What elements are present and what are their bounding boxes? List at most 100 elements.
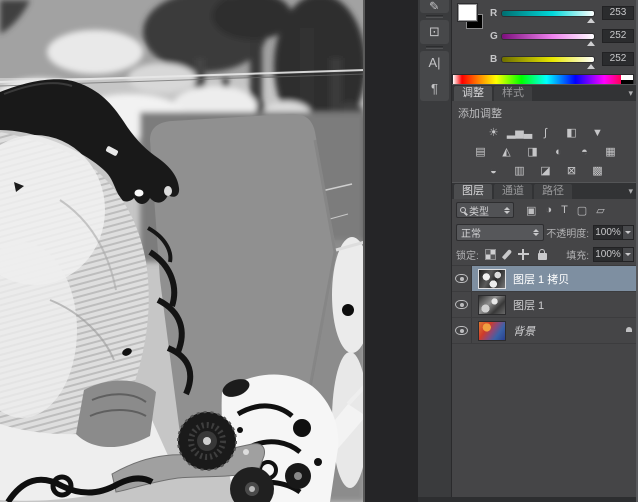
lock-transparency-icon[interactable] (484, 248, 496, 260)
paragraph-panel-icon[interactable]: ¶ (420, 81, 449, 97)
adjustments-tabbar: 调整 样式 ▾ (452, 84, 638, 101)
brightness-contrast-adjustment-icon[interactable]: ☀ (484, 125, 503, 140)
color-swatches (456, 3, 488, 33)
tab-channels[interactable]: 通道 (494, 184, 532, 199)
blue-channel-value[interactable]: 252 (602, 52, 634, 66)
opacity-label: 不透明度: (546, 228, 589, 240)
adjustment-layers-filter-icon[interactable]: ◑ (545, 204, 552, 217)
layer-row-layer1-copy[interactable]: 图层 1 拷贝 (452, 266, 638, 292)
adjustments-panel: 调整 样式 ▾ 添加调整 ☀ ▂▅▃ ∫ ◧ ▼ ▤ ◭ ◨ ◐ ◓ ▦ ◒ ▥… (452, 84, 638, 178)
layers-panel: 图层 通道 路径 ▾ 类型 ▣ ◑ T ▢ ▱ 正常 不透明度: 100% 锁定… (452, 182, 638, 344)
vibrance-adjustment-icon[interactable]: ▼ (588, 125, 607, 140)
fill-label: 填充: (566, 250, 589, 262)
threshold-adjustment-icon[interactable]: ◪ (536, 163, 555, 178)
search-icon (460, 207, 466, 213)
tab-adjustments[interactable]: 调整 (454, 86, 492, 101)
selective-color-adjustment-icon[interactable]: ⊠ (562, 163, 581, 178)
green-channel-label: G (490, 30, 498, 42)
exposure-adjustment-icon[interactable]: ◧ (562, 125, 581, 140)
invert-adjustment-icon[interactable]: ◒ (484, 163, 503, 178)
levels-adjustment-icon[interactable]: ▂▅▃ (507, 125, 532, 140)
shape-layers-filter-icon[interactable]: ▢ (577, 204, 587, 217)
eye-icon (455, 300, 468, 309)
layer-name[interactable]: 背景 (513, 323, 535, 339)
tab-styles[interactable]: 样式 (494, 86, 532, 101)
layer-thumbnail[interactable] (478, 294, 506, 315)
layer-filter-row: 类型 ▣ ◑ T ▢ ▱ (452, 199, 638, 221)
visibility-toggle[interactable] (452, 266, 472, 291)
panel-dock-strip: ✎ ⊡ A| ¶ (418, 0, 452, 502)
smart-object-filter-icon[interactable]: ▱ (596, 204, 604, 217)
blue-channel-row: B 252 (490, 51, 634, 69)
canvas-area[interactable] (0, 0, 418, 502)
red-channel-row: R 253 (490, 5, 634, 23)
hue-saturation-adjustment-icon[interactable]: ▤ (471, 144, 490, 159)
photo-filter-adjustment-icon[interactable]: ◐ (549, 144, 568, 159)
red-channel-label: R (490, 7, 498, 19)
color-balance-adjustment-icon[interactable]: ◭ (497, 144, 516, 159)
lock-all-icon[interactable] (537, 248, 547, 260)
dock-divider[interactable] (426, 15, 443, 18)
posterize-adjustment-icon[interactable]: ▥ (510, 163, 529, 178)
eye-icon (455, 274, 468, 283)
layer-row-background[interactable]: 背景 (452, 318, 638, 344)
canvas-image[interactable] (0, 0, 418, 502)
red-channel-slider[interactable] (502, 10, 595, 23)
layer-name[interactable]: 图层 1 拷贝 (513, 271, 569, 287)
blue-slider-thumb-icon[interactable] (587, 63, 595, 69)
lock-pixels-icon[interactable] (501, 248, 512, 260)
visibility-toggle[interactable] (452, 318, 472, 343)
layers-tabbar: 图层 通道 路径 ▾ (452, 182, 638, 199)
layer-name[interactable]: 图层 1 (513, 297, 544, 313)
lock-row: 锁定: 填充: 100% (452, 243, 638, 265)
curves-adjustment-icon[interactable]: ∫ (536, 125, 555, 140)
fill-value[interactable]: 100% (593, 246, 623, 262)
layers-panel-menu-icon[interactable]: ▾ (628, 186, 633, 197)
dock-divider[interactable] (426, 46, 443, 49)
photoshop-window: ✎ ⊡ A| ¶ R 253 G 252 B 252 调整 样式 ▾ 添加调整 … (0, 0, 638, 502)
foreground-color-swatch[interactable] (458, 4, 477, 21)
blend-select-arrows-icon (533, 228, 539, 236)
color-lookup-adjustment-icon[interactable]: ▦ (601, 144, 620, 159)
layer-thumbnail[interactable] (478, 320, 506, 341)
window-bottom-edge (418, 497, 638, 502)
filter-select-arrows-icon (504, 206, 510, 214)
opacity-dropdown-icon[interactable] (623, 224, 634, 240)
adjustments-panel-menu-icon[interactable]: ▾ (628, 88, 633, 99)
gradient-map-adjustment-icon[interactable]: ▩ (588, 163, 607, 178)
layer-row-layer1[interactable]: 图层 1 (452, 292, 638, 318)
lock-label: 锁定: (456, 250, 479, 262)
layer-filter-type-select[interactable]: 类型 (456, 202, 514, 218)
pen-panel-icon[interactable]: ✎ (420, 0, 449, 9)
type-layers-filter-icon[interactable]: T (561, 204, 568, 217)
add-adjustment-heading: 添加调整 (458, 108, 502, 120)
black-white-adjustment-icon[interactable]: ◨ (523, 144, 542, 159)
fill-dropdown-icon[interactable] (623, 246, 634, 262)
color-panel: R 253 G 252 B 252 (452, 0, 638, 87)
blend-mode-row: 正常 不透明度: 100% (452, 221, 638, 243)
blend-mode-select[interactable]: 正常 (456, 223, 544, 241)
visibility-toggle[interactable] (452, 292, 472, 317)
green-channel-value[interactable]: 252 (602, 29, 634, 43)
green-channel-row: G 252 (490, 28, 634, 46)
green-slider-thumb-icon[interactable] (587, 40, 595, 46)
blue-channel-slider[interactable] (502, 56, 595, 69)
green-channel-slider[interactable] (502, 33, 595, 46)
layer-thumbnail[interactable] (478, 268, 506, 289)
filter-type-label: 类型 (469, 206, 489, 218)
layer-list: 图层 1 拷贝 图层 1 背景 (452, 265, 638, 344)
red-channel-value[interactable]: 253 (602, 6, 634, 20)
clone-source-panel-icon[interactable]: ⊡ (420, 24, 449, 40)
tab-paths[interactable]: 路径 (534, 184, 572, 199)
red-slider-thumb-icon[interactable] (587, 17, 595, 23)
tab-layers[interactable]: 图层 (454, 184, 492, 199)
channel-mixer-adjustment-icon[interactable]: ◓ (575, 144, 594, 159)
character-panel-icon[interactable]: A| (420, 55, 449, 71)
eye-icon (455, 326, 468, 335)
blue-channel-label: B (490, 53, 498, 65)
pixel-layers-filter-icon[interactable]: ▣ (526, 204, 536, 217)
blend-mode-value: 正常 (461, 228, 481, 240)
panel-column: R 253 G 252 B 252 调整 样式 ▾ 添加调整 ☀ ▂▅▃ ∫ ◧… (452, 0, 638, 502)
lock-position-icon[interactable] (517, 248, 529, 260)
opacity-value[interactable]: 100% (593, 224, 623, 240)
